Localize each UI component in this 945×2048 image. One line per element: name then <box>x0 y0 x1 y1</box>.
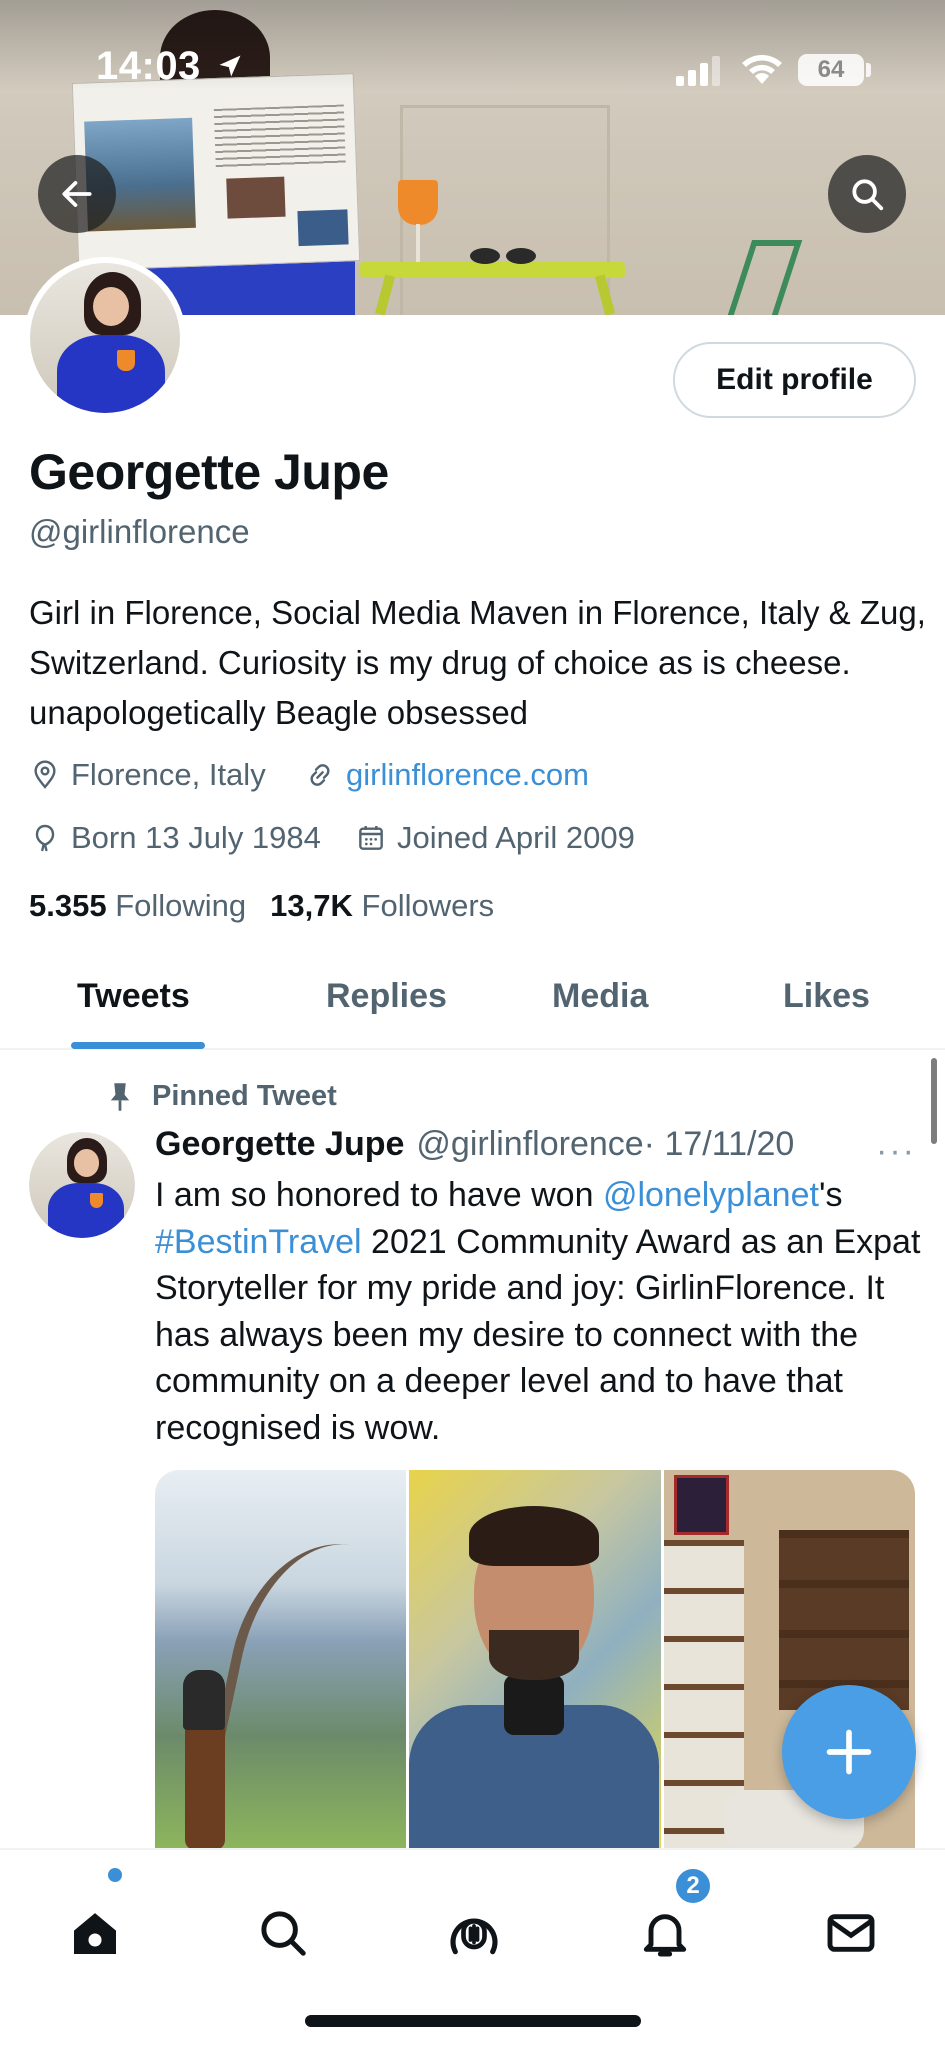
hashtag-link[interactable]: #BestinTravel <box>155 1223 362 1261</box>
balloon-icon <box>35 824 55 852</box>
calendar-icon <box>359 826 383 850</box>
tweet-date[interactable]: · 17/11/20 <box>644 1125 795 1164</box>
nav-search[interactable] <box>252 1902 314 1964</box>
banner-spritz-glass <box>398 180 438 225</box>
location-pin-icon <box>34 760 56 789</box>
tweet-text: I am so honored to have won @lonelyplane… <box>155 1172 925 1451</box>
battery-indicator: 64 <box>798 54 864 86</box>
profile-location: Florence, Italy <box>29 757 266 793</box>
profile-handle: @girlinflorence <box>29 513 250 550</box>
tweet-author-avatar[interactable] <box>29 1132 135 1238</box>
edit-profile-button[interactable]: Edit profile <box>673 342 916 418</box>
active-tab-indicator <box>71 1042 205 1049</box>
nav-messages[interactable] <box>820 1902 882 1964</box>
nav-home[interactable] <box>64 1902 126 1964</box>
plus-icon <box>826 1729 872 1775</box>
compose-tweet-button[interactable] <box>782 1685 916 1819</box>
tab-media[interactable]: Media <box>552 977 648 1016</box>
following-link[interactable]: 5.355 Following <box>29 888 246 924</box>
mail-icon <box>827 1914 875 1952</box>
following-label: Following <box>115 888 247 923</box>
followers-count: 13,7K <box>270 888 353 923</box>
birthdate-text: Born 13 July 1984 <box>71 820 321 855</box>
pinned-text: Pinned Tweet <box>152 1080 337 1112</box>
profile-joined: Joined April 2009 <box>355 820 635 856</box>
tab-likes[interactable]: Likes <box>783 977 870 1016</box>
scrollbar[interactable] <box>931 1058 937 1144</box>
home-unread-dot <box>108 1868 122 1882</box>
profile-tabs: Tweets Replies Media Likes <box>0 960 945 1050</box>
banner-chair <box>727 240 803 315</box>
following-count: 5.355 <box>29 888 107 923</box>
tweet-image-landscape[interactable] <box>155 1470 407 1850</box>
followers-label: Followers <box>361 888 495 923</box>
location-text: Florence, Italy <box>71 757 266 792</box>
spaces-icon <box>450 1918 498 1955</box>
search-button[interactable] <box>828 155 906 233</box>
tab-tweets[interactable]: Tweets <box>77 977 190 1016</box>
more-options-icon[interactable]: ··· <box>876 1132 916 1171</box>
mention-link[interactable]: @lonelyplanet <box>603 1176 819 1214</box>
tweet-text-part: I am so honored to have won <box>155 1176 603 1214</box>
website-link[interactable]: girlinflorence.com <box>346 757 589 793</box>
link-icon <box>310 764 330 786</box>
profile-bio: Girl in Florence, Social Media Maven in … <box>29 594 926 731</box>
tweet-image-portrait[interactable] <box>409 1470 661 1850</box>
status-time: 14:03 <box>96 44 201 88</box>
profile-avatar[interactable] <box>24 257 186 419</box>
followers-link[interactable]: 13,7K Followers <box>270 888 494 924</box>
cellular-signal-icon <box>676 56 720 86</box>
location-arrow-icon <box>219 55 241 77</box>
follow-counts: 5.355 Following 13,7K Followers <box>29 888 494 924</box>
search-icon <box>261 1911 306 1956</box>
tweet-text-part: 's <box>818 1176 843 1214</box>
nav-spaces[interactable] <box>443 1902 505 1964</box>
home-icon <box>74 1913 116 1954</box>
pin-icon <box>110 1082 130 1111</box>
home-indicator[interactable] <box>305 2015 641 2027</box>
back-button[interactable] <box>38 155 116 233</box>
notifications-badge: 2 <box>673 1866 713 1906</box>
arrow-left-icon <box>62 181 92 207</box>
tweet-author-name[interactable]: Georgette Jupe <box>155 1125 404 1164</box>
search-icon <box>852 179 884 211</box>
profile-website[interactable]: girlinflorence.com <box>304 757 589 793</box>
profile-name: Georgette Jupe <box>29 444 389 500</box>
tweet-header: Georgette Jupe @girlinflorence · 17/11/2… <box>155 1125 794 1164</box>
tweet-author-handle[interactable]: @girlinflorence <box>416 1125 643 1164</box>
tab-replies[interactable]: Replies <box>326 977 447 1016</box>
joined-text: Joined April 2009 <box>397 820 635 855</box>
profile-birthdate: Born 13 July 1984 <box>29 820 321 856</box>
bell-icon <box>643 1914 687 1957</box>
wifi-icon <box>742 55 782 84</box>
banner-sunglasses <box>470 248 540 266</box>
status-bar: 14:03 64 <box>0 0 945 140</box>
pinned-tweet-label: Pinned Tweet <box>106 1080 337 1113</box>
nav-notifications[interactable] <box>634 1902 696 1964</box>
